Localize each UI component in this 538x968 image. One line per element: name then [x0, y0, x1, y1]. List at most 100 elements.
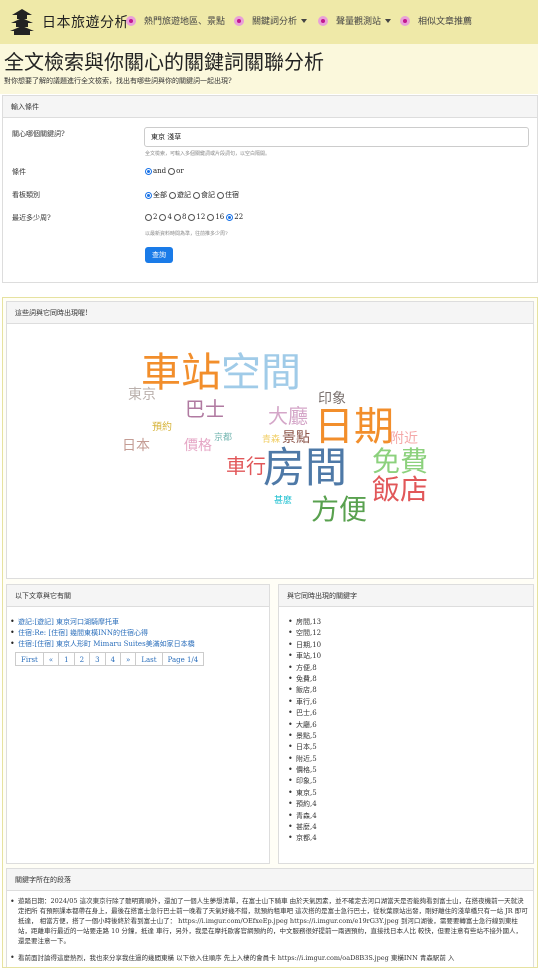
list-item: 附近,5 [288, 754, 321, 765]
radio-icon [188, 213, 196, 221]
weeks-22-radio[interactable]: 22 [226, 213, 243, 221]
weeks-label: 最近多少周? [12, 214, 51, 222]
condition-label: 條件 [12, 168, 26, 176]
cloud-word[interactable]: 附近 [390, 432, 418, 446]
page-subtitle: 對你想要了解的議題進行全文檢索，找出有哪些詞與你的關鍵詞一起出現? [4, 77, 232, 85]
pager-info: Page 1/4 [161, 652, 205, 666]
dot-icon [400, 15, 410, 26]
board-stay-radio[interactable]: 住宿 [217, 190, 239, 200]
nav-item-label: 聲量觀測站 [336, 16, 382, 26]
radio-label: or [176, 167, 184, 175]
radio-icon [145, 191, 152, 199]
brand-name: 日本旅遊分析 [42, 14, 129, 30]
cloud-word[interactable]: 東京 [128, 388, 156, 402]
list-item: 住宿:Re: [住宿] 幾間東橫INN的住宿心得 [10, 628, 195, 639]
paragraph-item: 看前面討論得這麼熱烈，我也來分享我住過的幾間東橫 以下依入住順序 先上入棲的會員… [18, 954, 455, 962]
list-item: 印象,5 [288, 776, 321, 787]
pager-last[interactable]: Last [135, 652, 163, 666]
radio-label: 4 [167, 213, 172, 221]
panel-title: 關鍵字所在的段落 [7, 869, 533, 891]
article-link[interactable]: 遊記:[遊記] 東京河口湖騎摩托車 [18, 618, 119, 626]
keyword-label: 關心哪個關鍵詞? [12, 130, 65, 138]
cloud-word[interactable]: 大廳 [268, 406, 308, 426]
nav-item-similar[interactable]: 相似文章推薦 [400, 14, 472, 27]
weeks-8-radio[interactable]: 8 [173, 213, 186, 221]
nav-item-label: 熱門旅遊地區、景點 [144, 16, 226, 26]
pager-page-2[interactable]: 2 [73, 652, 91, 666]
cloud-word[interactable]: 房間 [263, 447, 347, 489]
board-travel-radio[interactable]: 遊記 [169, 190, 191, 200]
board-all-radio[interactable]: 全部 [145, 190, 167, 200]
radio-label: 22 [234, 213, 244, 221]
panel-title: 與它同時出現的關鍵字 [279, 585, 533, 607]
radio-icon [168, 167, 176, 175]
pager-page-4[interactable]: 4 [104, 652, 122, 666]
input-panel: 輸入條件 [2, 95, 538, 283]
list-item: 遊記:[遊記] 東京河口湖騎摩托車 [10, 617, 195, 628]
cloud-word[interactable]: 甚麼 [274, 497, 292, 506]
chevron-down-icon [301, 18, 308, 23]
pager-next[interactable]: » [120, 652, 137, 666]
nav-item-label: 關鍵詞分析 [252, 16, 298, 26]
cloud-word[interactable]: 方便 [311, 496, 367, 524]
query-button[interactable]: 查詢 [145, 247, 173, 263]
radio-label: 16 [215, 213, 225, 221]
nav-item-keyword-analysis[interactable]: 關鍵詞分析 [234, 14, 308, 27]
condition-and-radio[interactable]: and [145, 167, 166, 175]
page-title: 全文檢索與你關心的關鍵詞關聯分析 [4, 50, 324, 74]
pager-prev[interactable]: « [42, 652, 60, 666]
paragraph-item: 遊踏日期：2024/05 這次東京行除了聽明寶順外，還加了一個人生夢想清單，在富… [18, 897, 528, 945]
list-item: 空間,12 [288, 628, 321, 639]
pager-page-1[interactable]: 1 [58, 652, 75, 666]
list-item: 免費,8 [288, 674, 321, 685]
radio-label: 遊記 [177, 191, 191, 199]
list-item: 車行,6 [288, 697, 321, 708]
pager-first[interactable]: First [15, 652, 44, 666]
list-item: 飯店,8 [288, 685, 321, 696]
article-link[interactable]: 住宿:Re: [住宿] 幾間東橫INN的住宿心得 [18, 629, 148, 637]
nav-item-volume[interactable]: 聲量觀測站 [318, 14, 392, 27]
list-item: 住宿:[住宿] 東京人形町 Mimaru Suites美滿如家日本橋 [10, 639, 195, 650]
bullet: • [10, 897, 15, 906]
cloud-word[interactable]: 預約 [152, 423, 172, 433]
article-list: 遊記:[遊記] 東京河口湖騎摩托車 住宿:Re: [住宿] 幾間東橫INN的住宿… [10, 617, 195, 650]
radio-icon [169, 191, 176, 199]
radio-label: 住宿 [225, 191, 239, 199]
brand[interactable]: 日本旅遊分析 [8, 6, 129, 38]
cloud-word[interactable]: 價格 [184, 439, 212, 453]
list-item: 車站,10 [288, 651, 321, 662]
nav-item-label: 相似文章推薦 [418, 16, 473, 26]
nav-item-popular[interactable]: 熱門旅遊地區、景點 [126, 14, 225, 27]
list-item: 甚麼,4 [288, 822, 321, 833]
weeks-16-radio[interactable]: 16 [207, 213, 224, 221]
cloud-word[interactable]: 日本 [122, 439, 150, 453]
cloud-word[interactable]: 京都 [214, 434, 232, 443]
cloud-word[interactable]: 巴士 [185, 399, 225, 419]
article-link[interactable]: 住宿:[住宿] 東京人形町 Mimaru Suites美滿如家日本橋 [18, 640, 195, 648]
board-food-radio[interactable]: 食記 [193, 190, 215, 200]
condition-radio-group: and or [145, 167, 186, 175]
list-item: 青森,4 [288, 811, 321, 822]
weeks-4-radio[interactable]: 4 [159, 213, 172, 221]
radio-label: 食記 [201, 191, 215, 199]
bullet: • [10, 953, 15, 962]
list-item: 大廳,6 [288, 720, 321, 731]
keyword-count-list: 房間,13 空間,12 日期,10 車站,10 方便,8 免費,8 飯店,8 車… [288, 617, 321, 845]
list-item: 景點,5 [288, 731, 321, 742]
dot-icon [126, 15, 136, 26]
weeks-12-radio[interactable]: 12 [188, 213, 205, 221]
weeks-2-radio[interactable]: 2 [145, 213, 157, 221]
pagination: First « 1 2 3 4 » Last Page 1/4 [15, 652, 205, 666]
weeks-help: 以最新資料時間為準，往前推多少周? [145, 231, 228, 237]
pager-page-3[interactable]: 3 [89, 652, 106, 666]
list-item: 預約,4 [288, 799, 321, 810]
cloud-word[interactable]: 飯店 [372, 476, 428, 504]
condition-or-radio[interactable]: or [168, 167, 184, 175]
radio-icon [217, 191, 224, 199]
cloud-word[interactable]: 日期 [314, 407, 394, 447]
cloud-word[interactable]: 車行 [226, 456, 266, 476]
radio-icon [159, 213, 167, 221]
keyword-input[interactable]: 東京 淺草 [144, 127, 529, 147]
cloud-word[interactable]: 空間 [221, 353, 301, 393]
cloud-word[interactable]: 免費 [372, 448, 428, 476]
